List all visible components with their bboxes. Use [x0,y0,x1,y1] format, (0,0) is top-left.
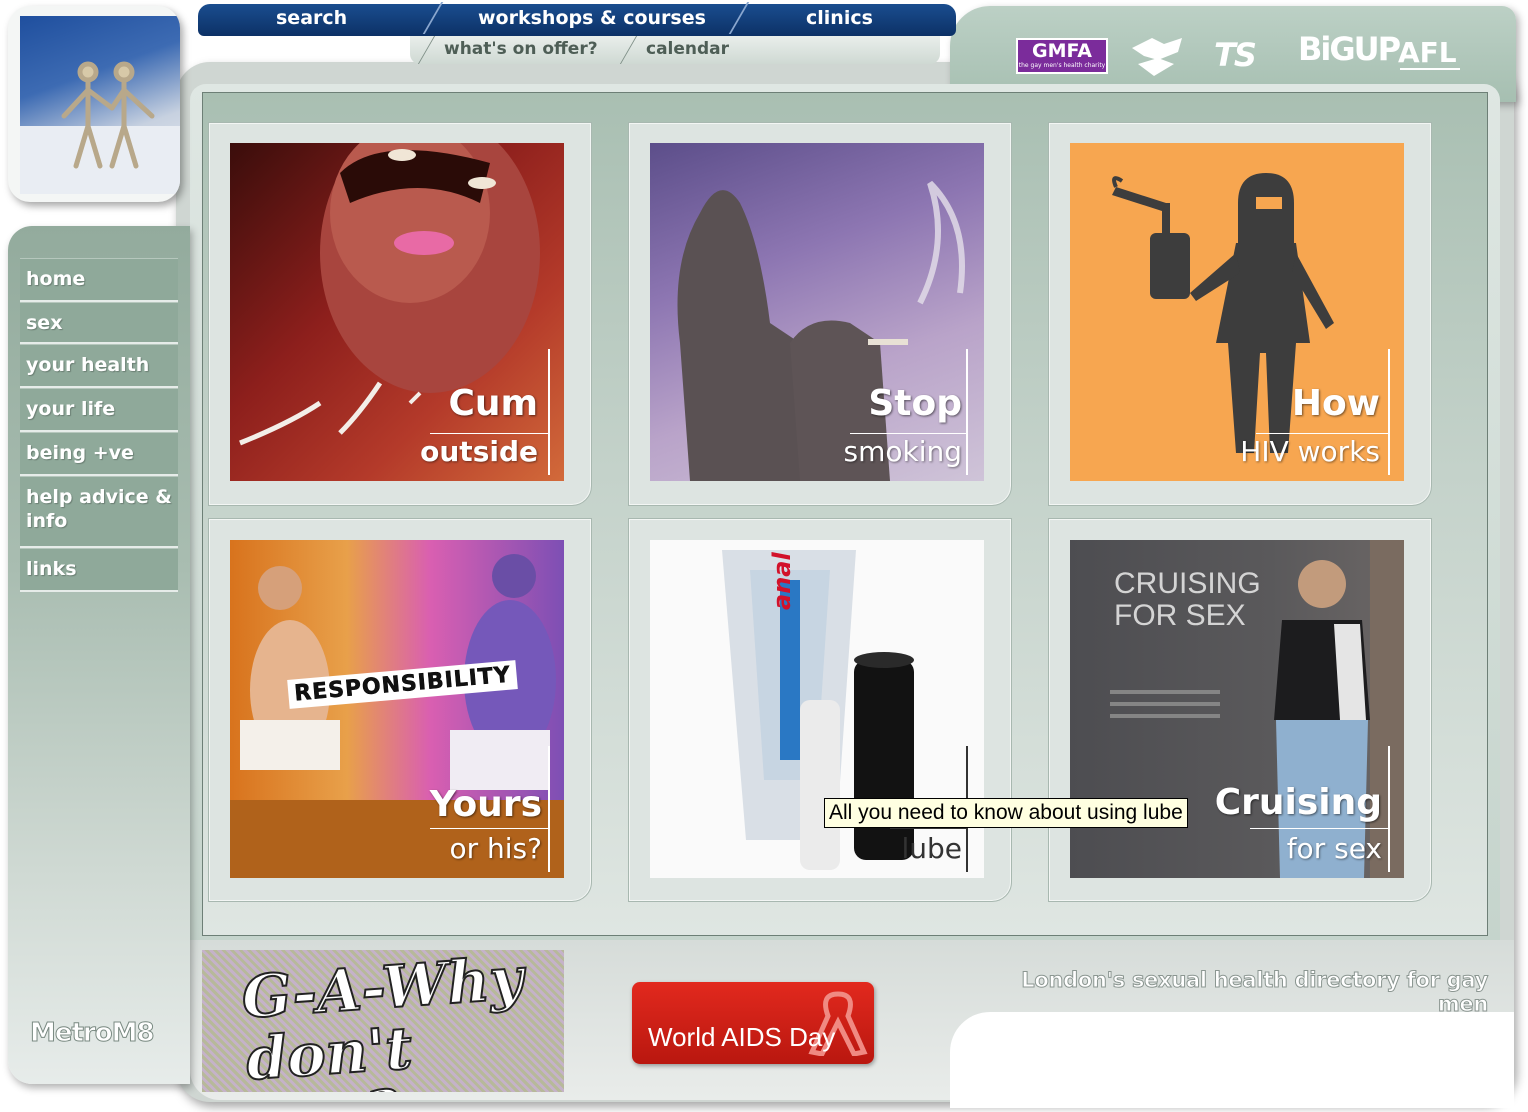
footer-cutout [950,1012,1514,1108]
caption-rule [548,349,550,475]
caption-rule [890,828,966,829]
caption-rule [1388,349,1390,475]
caption-rule [430,433,548,434]
lube-tooltip: All you need to know about using lube [824,798,1188,828]
logo-image [20,16,180,194]
subnav-whats-on-offer[interactable]: what's on offer? [444,39,598,59]
sidebar-item-help-advice-info[interactable]: help advice & info [20,476,178,548]
afl-logo[interactable]: AFL [1398,36,1457,69]
tile-stop-smoking[interactable]: Stop smoking [650,143,984,481]
nav-search[interactable]: search [276,7,347,29]
afl-underline [1400,68,1460,70]
caption-rule [1250,828,1388,829]
gmfa-logo[interactable]: GMFA the gay men's health charity [1016,38,1108,74]
sidebar-item-home[interactable]: home [20,258,178,302]
metrom8-logo[interactable]: MetroM8 [30,1018,156,1049]
caption-rule [850,433,966,434]
site-tagline: London's sexual health directory for gay… [1021,968,1489,1017]
tile-subtitle: smoking [843,435,962,468]
caption-rule [1388,746,1390,872]
cum-outside-illustration [239,143,540,446]
caption-rule [966,349,968,475]
subnav-calendar[interactable]: calendar [646,39,729,59]
lube-brand-text: anal [768,552,796,610]
nav-workshops-courses[interactable]: workshops & courses [478,7,706,29]
world-aids-day-button[interactable]: World AIDS Day [632,982,874,1064]
ga-why-text: G-A-Why don't you? [239,950,527,1092]
tile-title: How [1291,383,1380,424]
ga-why-banner[interactable]: G-A-Why don't you? [202,950,564,1092]
sidebar-item-your-health[interactable]: your health [20,344,178,388]
caption-rule [548,746,550,872]
tile-subtitle: outside [420,435,538,468]
welder-icon [1112,173,1334,453]
tile-subtitle: HIV works [1240,435,1380,468]
tile-title: Stop [868,383,962,424]
sidebar-item-links[interactable]: links [20,548,178,592]
sidebar-item-your-life[interactable]: your life [20,388,178,432]
tile-subtitle: or his? [449,832,542,865]
bigup-logo[interactable]: BiGUP [1298,30,1401,68]
handshake-logo-icon[interactable] [1128,30,1186,86]
cruising-cover-text: CRUISING FOR SEX [1114,567,1261,632]
tile-subtitle: lube [901,832,962,865]
caption-rule [430,828,548,829]
gmfa-subtitle: the gay men's health charity [1018,62,1106,69]
world-aids-day-label: World AIDS Day [648,1022,836,1052]
sidebar-item-being-positive[interactable]: being +ve [20,432,178,476]
gmfa-label: GMFA [1031,40,1092,62]
site-logo[interactable] [8,6,180,202]
caption-rule [1256,433,1388,434]
tile-title: Yours [429,784,542,825]
tile-cum-outside[interactable]: Cum outside [230,143,564,481]
tile-title: Cruising [1214,782,1382,823]
tile-yours-or-his[interactable]: RESPONSIBILITY Yours or his? [230,540,564,878]
ts-logo[interactable]: TS [1214,36,1257,74]
nav-clinics[interactable]: clinics [806,7,873,29]
sidebar-item-sex[interactable]: sex [20,302,178,344]
tile-title: Cum [448,383,538,424]
tile-subtitle: for sex [1286,832,1382,865]
tile-how-hiv-works[interactable]: How HIV works [1070,143,1404,481]
smoker-silhouette [677,180,965,481]
